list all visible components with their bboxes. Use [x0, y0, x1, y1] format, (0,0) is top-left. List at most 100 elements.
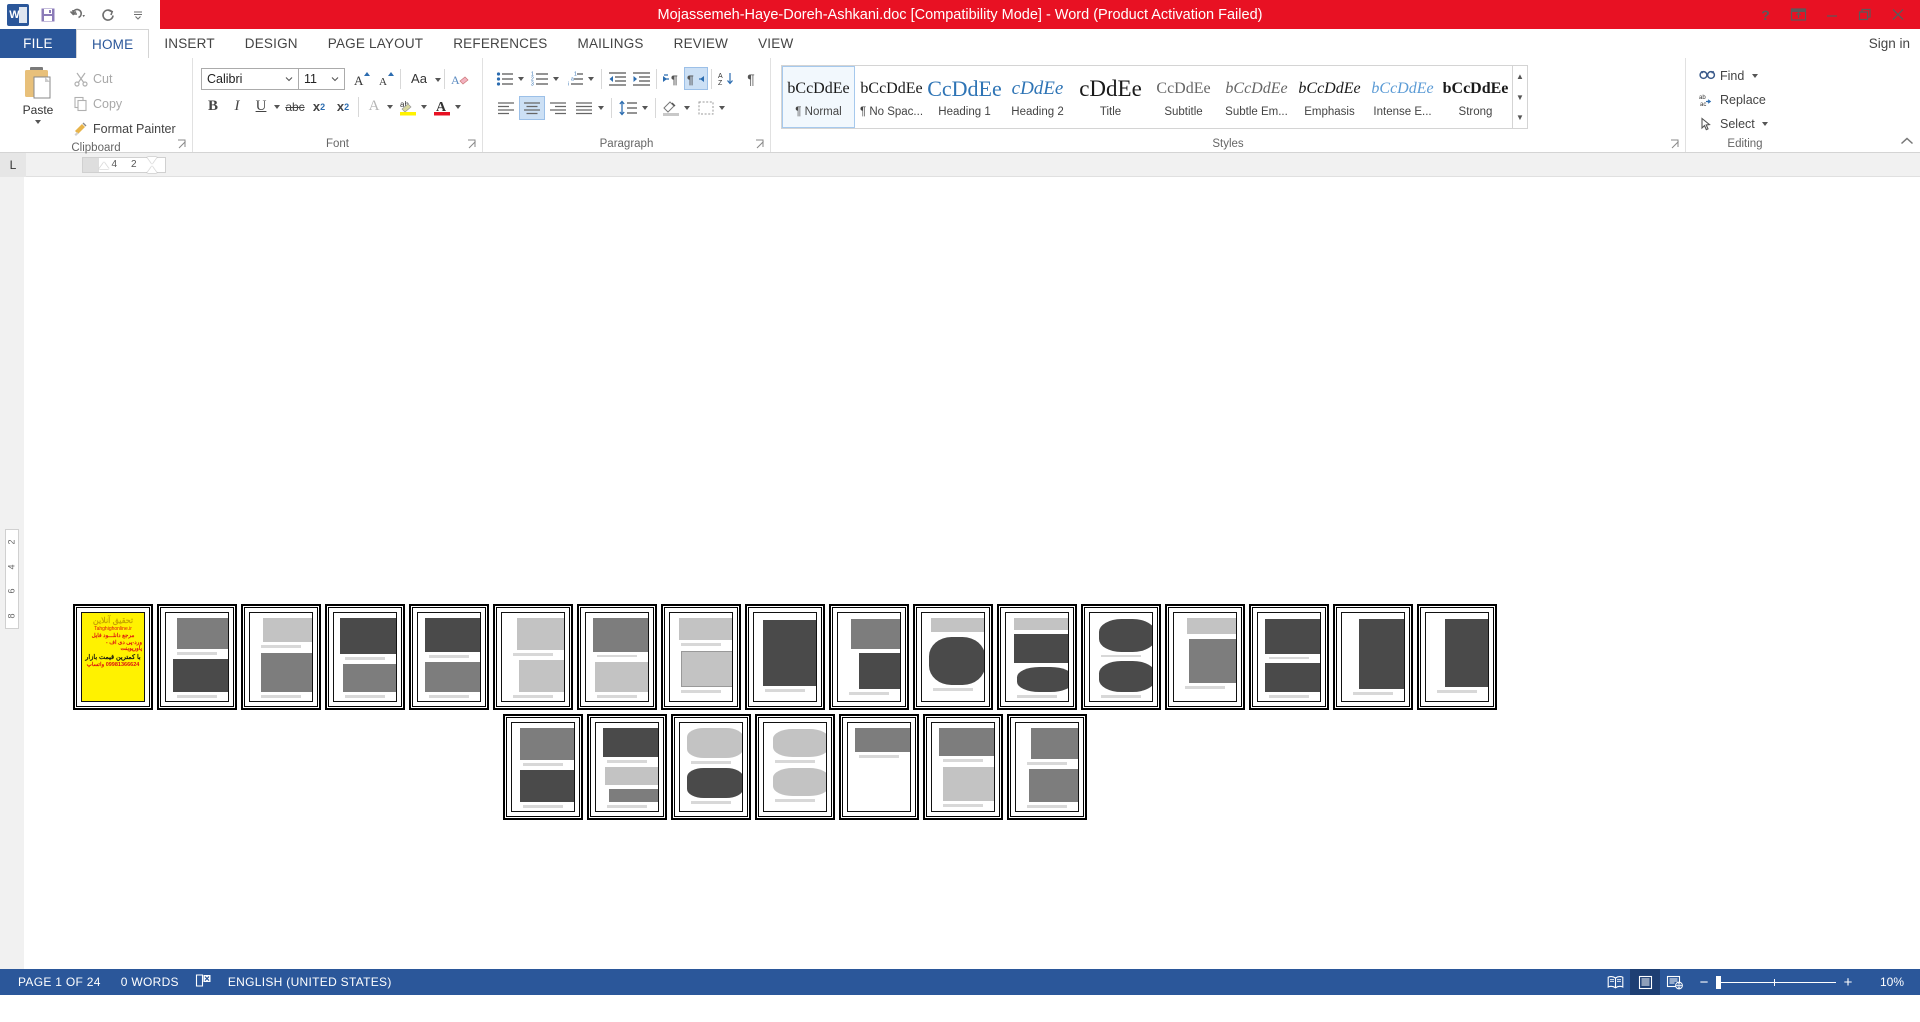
zoom-in-button[interactable]: +	[1842, 974, 1854, 991]
styles-scrollbar[interactable]: ▲ ▼ ▼	[1512, 66, 1527, 128]
styles-dialog-launcher[interactable]	[1670, 139, 1682, 151]
customize-qat-icon[interactable]	[124, 2, 152, 28]
page-thumbnail[interactable]	[661, 604, 741, 710]
font-family-input[interactable]: Calibri	[201, 67, 299, 90]
page-thumbnail[interactable]	[493, 604, 573, 710]
align-left-icon[interactable]	[493, 96, 519, 120]
tab-file[interactable]: FILE	[0, 29, 76, 58]
increase-indent-icon[interactable]	[629, 67, 653, 90]
zoom-slider-handle[interactable]	[1716, 975, 1721, 989]
page-thumbnail[interactable]	[577, 604, 657, 710]
style-item-title[interactable]: cDdEe Title	[1074, 66, 1147, 128]
left-to-right-text-direction-icon[interactable]: ¶	[660, 67, 684, 90]
page-thumbnail[interactable]	[1165, 604, 1245, 710]
zoom-slider[interactable]	[1716, 975, 1836, 989]
shading-icon[interactable]	[659, 96, 683, 119]
read-mode-view-button[interactable]	[1600, 969, 1630, 995]
superscript-icon[interactable]: x2	[331, 95, 355, 118]
page-thumbnail[interactable]	[997, 604, 1077, 710]
bold-icon[interactable]: B	[201, 95, 225, 118]
replace-button[interactable]: ab ac Replace	[1696, 89, 1769, 111]
language-status[interactable]: ENGLISH (UNITED STATES)	[218, 975, 402, 989]
tab-review[interactable]: REVIEW	[659, 29, 743, 58]
tab-design[interactable]: DESIGN	[230, 29, 313, 58]
multilevel-list-icon[interactable]: 1ai	[563, 67, 587, 90]
page-thumbnail[interactable]	[587, 714, 667, 820]
hanging-indent-marker[interactable]	[147, 165, 157, 173]
tab-home[interactable]: HOME	[76, 29, 150, 59]
web-layout-view-button[interactable]	[1660, 969, 1690, 995]
font-family-dropdown-icon[interactable]	[282, 76, 296, 82]
page-thumbnail[interactable]	[913, 604, 993, 710]
font-size-input[interactable]: 11	[298, 67, 345, 90]
page-thumbnail[interactable]	[1333, 604, 1413, 710]
font-size-dropdown-icon[interactable]	[328, 76, 342, 82]
text-effects-icon[interactable]: A	[362, 95, 386, 118]
style-item-subtle-emphasis[interactable]: bCcDdEe Subtle Em...	[1220, 66, 1293, 128]
page-thumbnail[interactable]	[1007, 714, 1087, 820]
first-line-indent-marker[interactable]	[99, 161, 109, 169]
clear-formatting-icon[interactable]: A	[448, 67, 474, 90]
find-button[interactable]: Find	[1696, 65, 1761, 87]
line-spacing-dropdown-icon[interactable]	[642, 105, 648, 110]
style-item-strong[interactable]: bCcDdEe Strong	[1439, 66, 1512, 128]
page-thumbnail[interactable]	[839, 714, 919, 820]
select-button[interactable]: Select	[1696, 113, 1771, 135]
page-thumbnail[interactable]: تحقیق آنلاین Tahghighonline.ir مرجع دانل…	[73, 604, 153, 710]
style-item-emphasis[interactable]: bCcDdEe Emphasis	[1293, 66, 1366, 128]
page-thumbnail[interactable]	[923, 714, 1003, 820]
restore-icon[interactable]	[1848, 0, 1881, 29]
text-effects-dropdown-icon[interactable]	[387, 104, 393, 109]
multilevel-dropdown-icon[interactable]	[588, 76, 594, 81]
styles-scroll-up-icon[interactable]: ▲	[1513, 66, 1527, 87]
bullets-dropdown-icon[interactable]	[518, 76, 524, 81]
strikethrough-icon[interactable]: abc	[283, 95, 307, 118]
clipboard-dialog-launcher[interactable]	[177, 139, 189, 151]
page-thumbnail[interactable]	[829, 604, 909, 710]
underline-dropdown-icon[interactable]	[274, 104, 280, 109]
tab-insert[interactable]: INSERT	[149, 29, 229, 58]
page-number-status[interactable]: PAGE 1 OF 24	[8, 975, 111, 989]
redo-icon[interactable]	[94, 2, 122, 28]
tab-stop-selector[interactable]: L	[0, 152, 26, 177]
text-highlight-color-icon[interactable]: ab	[396, 95, 420, 118]
tab-references[interactable]: REFERENCES	[438, 29, 562, 58]
help-icon[interactable]: ?	[1749, 0, 1782, 29]
borders-dropdown-icon[interactable]	[719, 105, 725, 110]
sign-in-button[interactable]: Sign in	[1869, 29, 1920, 58]
page-thumbnail[interactable]	[157, 604, 237, 710]
styles-scroll-down-icon[interactable]: ▼	[1513, 87, 1527, 108]
shrink-font-icon[interactable]: A	[373, 67, 397, 90]
collapse-ribbon-icon[interactable]	[1900, 137, 1914, 150]
find-dropdown-icon[interactable]	[1752, 74, 1759, 78]
select-dropdown-icon[interactable]	[1761, 122, 1768, 126]
style-item-normal[interactable]: bCcDdEe ¶ Normal	[782, 66, 855, 128]
paragraph-dialog-launcher[interactable]	[755, 139, 767, 151]
font-color-dropdown-icon[interactable]	[455, 104, 461, 109]
grow-font-icon[interactable]: A	[349, 67, 373, 90]
format-painter-button[interactable]: Format Painter	[70, 118, 179, 140]
change-case-dropdown-icon[interactable]	[435, 78, 441, 82]
align-right-icon[interactable]	[545, 96, 571, 120]
style-item-heading-2[interactable]: cDdEe Heading 2	[1001, 66, 1074, 128]
style-item-intense-emphasis[interactable]: bCcDdEe Intense E...	[1366, 66, 1439, 128]
page-thumbnail[interactable]	[755, 714, 835, 820]
page-thumbnail[interactable]	[409, 604, 489, 710]
undo-icon[interactable]	[64, 2, 92, 28]
page-thumbnail[interactable]	[1417, 604, 1497, 710]
change-case-icon[interactable]: Aa	[404, 67, 434, 90]
page-thumbnail[interactable]	[241, 604, 321, 710]
page-thumbnail[interactable]	[671, 714, 751, 820]
styles-more-icon[interactable]: ▼	[1513, 107, 1527, 128]
tab-mailings[interactable]: MAILINGS	[563, 29, 659, 58]
cut-button[interactable]: Cut	[70, 68, 179, 90]
print-layout-view-button[interactable]	[1630, 969, 1660, 995]
style-item-heading-1[interactable]: CcDdEe Heading 1	[927, 66, 1002, 128]
style-item-no-spacing[interactable]: bCcDdEe ¶ No Spac...	[855, 66, 928, 128]
page-thumbnail[interactable]	[325, 604, 405, 710]
show-formatting-marks-icon[interactable]: ¶	[739, 67, 763, 90]
paste-button[interactable]: Paste	[10, 63, 66, 124]
copy-button[interactable]: Copy	[70, 93, 179, 115]
decrease-indent-icon[interactable]	[605, 67, 629, 90]
line-spacing-icon[interactable]	[615, 96, 641, 119]
